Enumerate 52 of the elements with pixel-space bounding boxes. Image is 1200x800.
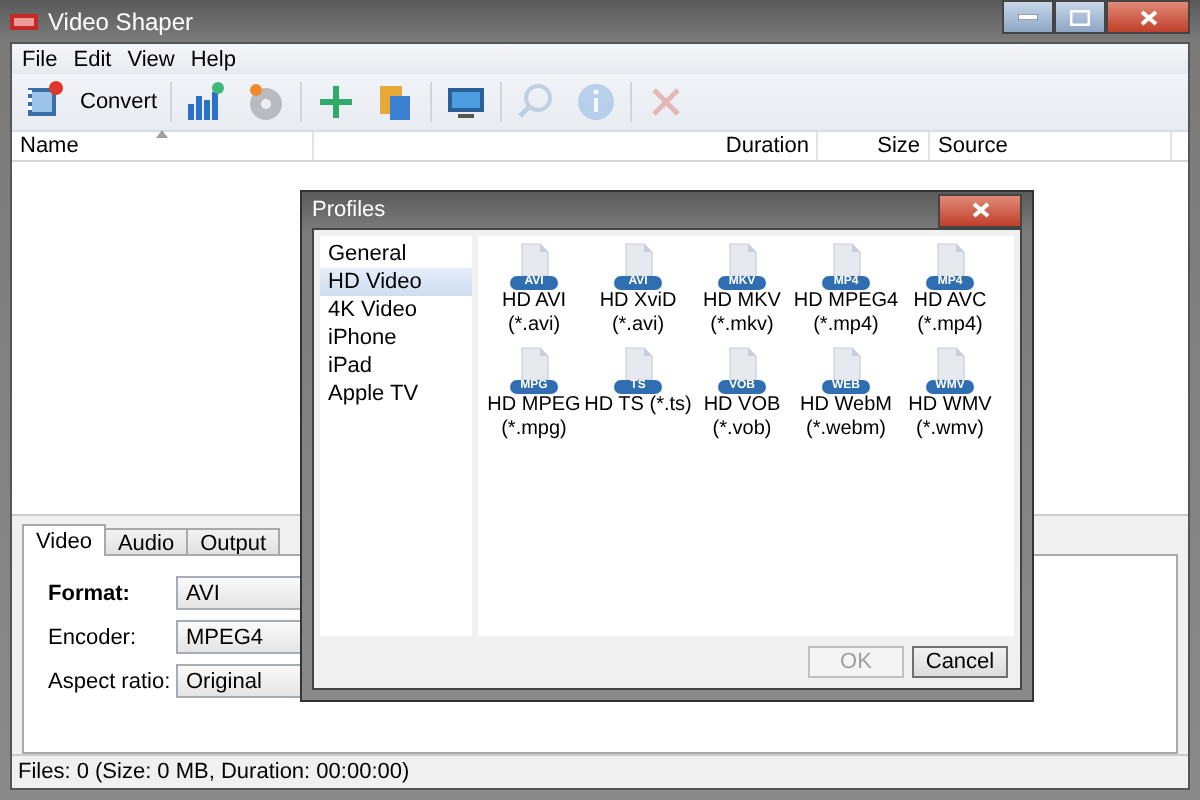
minimize-button[interactable]: [1002, 0, 1054, 34]
column-header[interactable]: Source: [930, 132, 1173, 160]
app-icon: [10, 11, 38, 31]
profile-label[interactable]: HD WMV: [908, 394, 992, 418]
window-title: Video Shaper: [48, 7, 196, 35]
menu-item[interactable]: Help: [184, 47, 242, 71]
category-item[interactable]: HD Video: [320, 268, 472, 296]
profile-label[interactable]: HD AVC: [913, 290, 987, 314]
profile-label[interactable]: (*.avi): [611, 314, 665, 338]
profile-label[interactable]: HD VOB: [703, 394, 781, 418]
tab[interactable]: Output: [186, 528, 281, 556]
column-header[interactable]: Size: [818, 132, 931, 160]
category-item[interactable]: General: [320, 240, 472, 268]
category-item[interactable]: iPhone: [320, 324, 472, 352]
category-item[interactable]: Apple TV: [320, 380, 472, 408]
maximize-button[interactable]: [1054, 0, 1106, 34]
profile-label[interactable]: HD AVI: [501, 290, 567, 314]
field-label: Aspect ratio:: [48, 669, 173, 693]
category-item[interactable]: 4K Video: [320, 296, 472, 324]
field-label: Format:: [48, 581, 132, 605]
column-header[interactable]: Duration: [313, 132, 819, 160]
menu-item[interactable]: Edit: [67, 47, 118, 71]
category-item[interactable]: iPad: [320, 352, 472, 380]
profile-label[interactable]: (*.mp4): [813, 314, 879, 338]
close-button[interactable]: [1106, 0, 1190, 34]
profile-label[interactable]: HD MPEG: [487, 394, 581, 418]
close-icon: [1139, 9, 1157, 25]
tab[interactable]: Video: [22, 524, 106, 556]
profile-label[interactable]: HD MPEG4: [793, 290, 899, 314]
profile-label[interactable]: (*.webm): [805, 418, 886, 442]
menu-item[interactable]: File: [16, 47, 64, 71]
column-header[interactable]: Name: [12, 132, 314, 160]
status-bar: Files: 0 (Size: 0 MB, Duration: 00:00:00): [12, 754, 1188, 788]
profile-label[interactable]: (*.vob): [712, 418, 772, 442]
convert-button[interactable]: Convert: [20, 76, 162, 128]
dialog-title: Profiles: [312, 198, 386, 222]
cancel-button[interactable]: Cancel: [912, 646, 1008, 678]
profile-label[interactable]: HD XviD: [599, 290, 677, 314]
profile-label[interactable]: (*.wmv): [916, 418, 984, 442]
minimize-icon: [1018, 14, 1038, 20]
profile-label[interactable]: (*.mp4): [917, 314, 983, 338]
profile-label[interactable]: HD MKV: [703, 290, 781, 314]
profile-label[interactable]: (*.mpg): [501, 418, 567, 442]
profile-label[interactable]: (*.avi): [507, 314, 561, 338]
profile-label[interactable]: HD TS (*.ts): [584, 394, 692, 418]
maximize-icon: [1070, 9, 1090, 25]
profile-label[interactable]: (*.mkv): [710, 314, 774, 338]
profile-label[interactable]: HD WebM: [800, 394, 892, 418]
field-label: Encoder:: [48, 625, 139, 649]
close-icon: [971, 202, 989, 218]
menu-item[interactable]: View: [121, 47, 181, 71]
close-button[interactable]: [938, 193, 1022, 227]
